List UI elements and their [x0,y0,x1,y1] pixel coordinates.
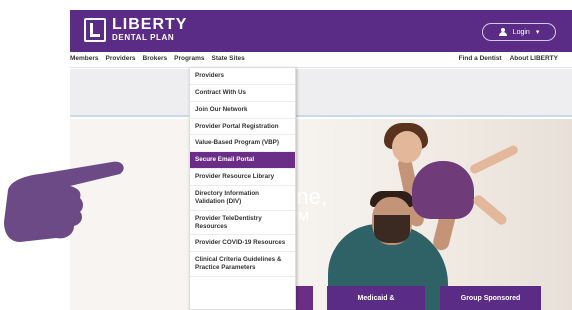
site-header: LIBERTY DENTAL PLAN Login ▾ [70,10,572,52]
nav-about-liberty[interactable]: About LIBERTY [510,55,558,62]
providers-dropdown-menu: Providers Contract With Us Join Our Netw… [189,67,296,310]
nav-providers[interactable]: Providers [106,55,136,62]
hero-photo [300,119,572,310]
logo-name: LIBERTY [112,16,188,33]
menu-item-directory-information-validation[interactable]: Directory Information Validation (DIV) [190,186,295,211]
menu-item-provider-resource-library[interactable]: Provider Resource Library [190,169,295,187]
nav-state-sites[interactable]: State Sites [211,55,244,62]
menu-item-join-our-network[interactable]: Join Our Network [190,102,295,119]
menu-item-provider-teledentistry-resources[interactable]: Provider TeleDentistry Resources [190,211,295,236]
nav-members[interactable]: Members [70,55,99,62]
menu-item-value-based-program[interactable]: Value-Based Program (VBP) [190,135,295,153]
hero-section: ers shine, ime ™ Healthcare Medicaid & G… [70,119,572,310]
menu-item-provider-portal-registration[interactable]: Provider Portal Registration [190,119,295,136]
nav-find-a-dentist[interactable]: Find a Dentist [459,55,502,62]
pointing-hand-icon [4,161,124,242]
menu-item-providers[interactable]: Providers [190,68,295,85]
audience-cards: Healthcare Medicaid & Group Sponsored [70,286,572,310]
logo[interactable]: LIBERTY DENTAL PLAN [84,17,187,42]
card-medicaid[interactable]: Medicaid & [327,286,425,310]
website: LIBERTY DENTAL PLAN Login ▾ Members Prov… [70,0,572,310]
logo-subtitle: DENTAL PLAN [112,33,175,42]
nav-brokers[interactable]: Brokers [143,55,168,62]
menu-item-clinical-criteria-guidelines[interactable]: Clinical Criteria Guidelines & Practice … [190,252,295,278]
main-nav: Members Providers Brokers Programs State… [70,52,572,68]
menu-item-secure-email-portal[interactable]: Secure Email Portal [190,152,295,170]
login-label: Login [512,28,530,36]
login-button[interactable]: Login ▾ [482,23,556,41]
menu-item-contract-with-us[interactable]: Contract With Us [190,85,295,102]
utility-bar [70,0,572,10]
card-group-sponsored[interactable]: Group Sponsored [440,286,541,310]
liberty-logo-icon [84,17,106,42]
menu-item-provider-covid-19-resources[interactable]: Provider COVID-19 Resources [190,235,295,253]
chevron-down-icon: ▾ [535,29,540,36]
user-icon [498,28,507,36]
nav-programs[interactable]: Programs [174,55,204,62]
alert-banner [70,69,572,117]
